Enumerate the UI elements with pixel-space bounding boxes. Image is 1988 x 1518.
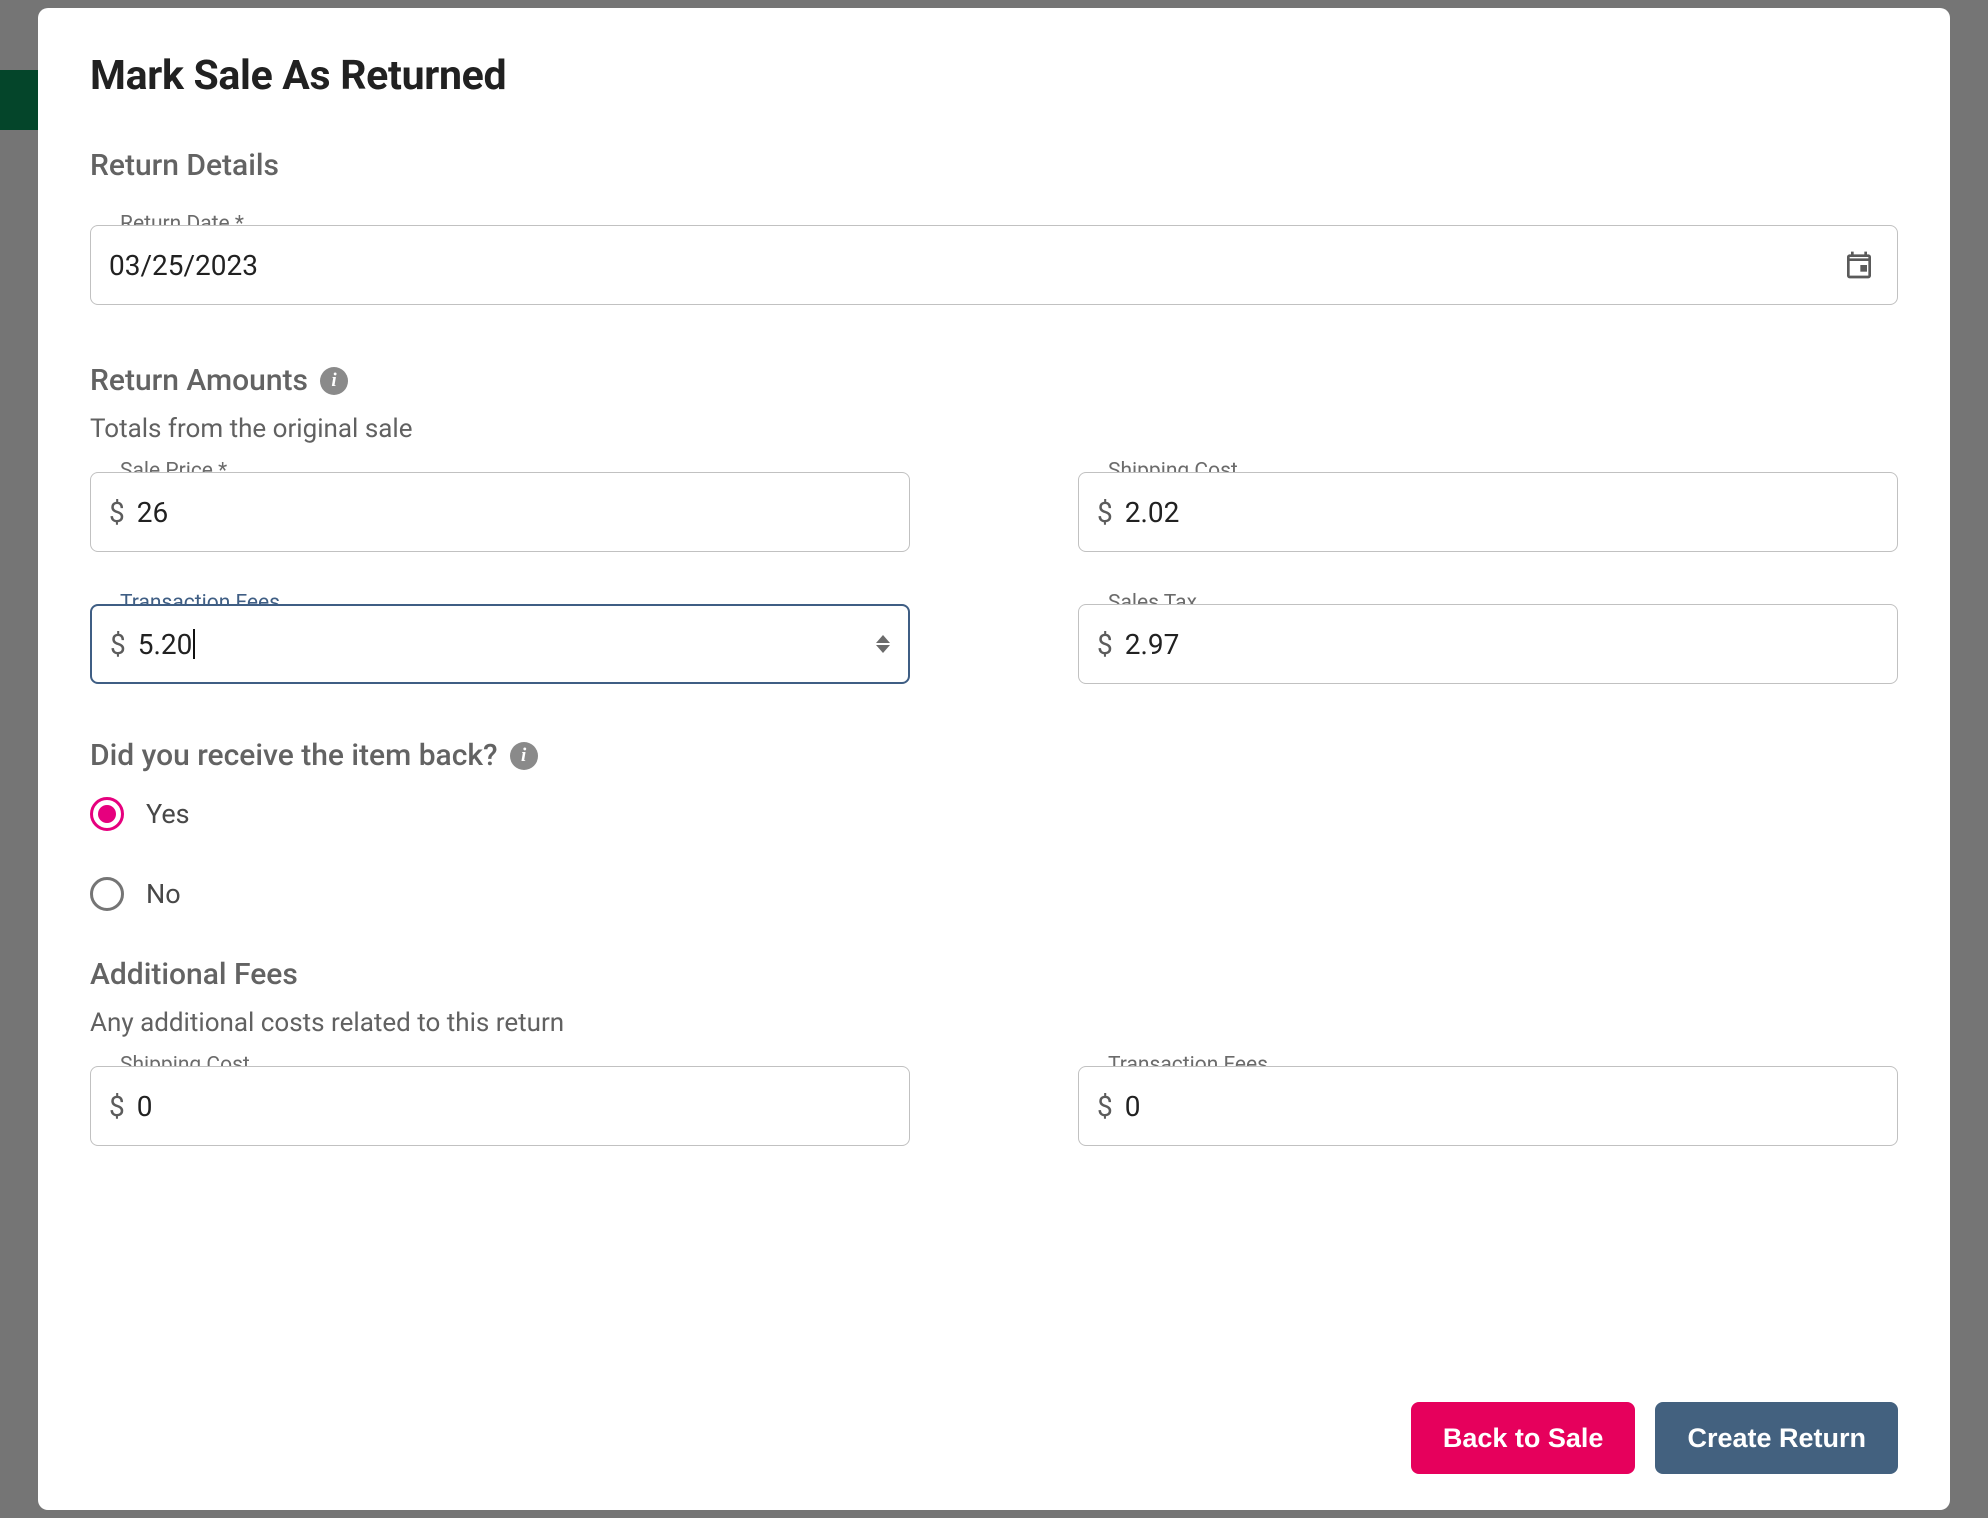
radio-selected-icon <box>90 797 124 831</box>
number-stepper[interactable] <box>876 635 890 653</box>
radio-no-label: No <box>146 878 181 910</box>
return-amounts-label: Return Amounts <box>90 363 308 398</box>
text-caret <box>193 629 195 659</box>
return-amounts-header: Return Amounts i <box>90 363 1898 398</box>
dollar-prefix: $ <box>109 496 125 529</box>
back-to-sale-button[interactable]: Back to Sale <box>1411 1402 1636 1474</box>
shipping-cost-field[interactable]: Shipping Cost $ <box>1078 472 1898 552</box>
info-icon[interactable]: i <box>320 367 348 395</box>
sales-tax-input[interactable] <box>1125 605 1879 683</box>
addl-transaction-fees-input[interactable] <box>1125 1067 1879 1145</box>
addl-transaction-fees-field[interactable]: Transaction Fees $ <box>1078 1066 1898 1146</box>
info-icon[interactable]: i <box>510 742 538 770</box>
dollar-prefix: $ <box>109 1090 125 1123</box>
sale-price-input[interactable] <box>137 473 891 551</box>
dollar-prefix: $ <box>1097 496 1113 529</box>
radio-no[interactable]: No <box>90 877 1898 911</box>
dollar-prefix: $ <box>110 628 126 661</box>
create-return-button[interactable]: Create Return <box>1655 1402 1898 1474</box>
receive-back-label: Did you receive the item back? <box>90 738 498 773</box>
sale-price-field[interactable]: Sale Price * $ <box>90 472 910 552</box>
return-details-label: Return Details <box>90 148 279 183</box>
radio-unselected-icon <box>90 877 124 911</box>
return-details-header: Return Details <box>90 148 1898 183</box>
radio-yes-label: Yes <box>146 798 190 830</box>
transaction-fees-value[interactable]: 5.20 <box>138 628 193 661</box>
additional-fees-label: Additional Fees <box>90 957 298 992</box>
additional-fees-header: Additional Fees <box>90 957 1898 992</box>
additional-fees-subtitle: Any additional costs related to this ret… <box>90 1008 1898 1038</box>
return-date-field[interactable]: Return Date * <box>90 225 1898 305</box>
return-amounts-subtitle: Totals from the original sale <box>90 414 1898 444</box>
receive-back-radio-group: Yes No <box>90 797 1898 911</box>
dollar-prefix: $ <box>1097 628 1113 661</box>
return-modal: Mark Sale As Returned Return Details Ret… <box>38 8 1950 1510</box>
addl-shipping-cost-field[interactable]: Shipping Cost $ <box>90 1066 910 1146</box>
addl-shipping-cost-input[interactable] <box>137 1067 891 1145</box>
return-date-input[interactable] <box>109 226 1879 304</box>
receive-back-header: Did you receive the item back? i <box>90 738 1898 773</box>
transaction-fees-field[interactable]: Transaction Fees $ 5.20 <box>90 604 910 684</box>
shipping-cost-input[interactable] <box>1125 473 1879 551</box>
calendar-icon[interactable] <box>1843 248 1875 282</box>
modal-title: Mark Sale As Returned <box>90 52 1898 100</box>
radio-yes[interactable]: Yes <box>90 797 1898 831</box>
dollar-prefix: $ <box>1097 1090 1113 1123</box>
sales-tax-field[interactable]: Sales Tax $ <box>1078 604 1898 684</box>
modal-footer: Back to Sale Create Return <box>1411 1402 1898 1474</box>
